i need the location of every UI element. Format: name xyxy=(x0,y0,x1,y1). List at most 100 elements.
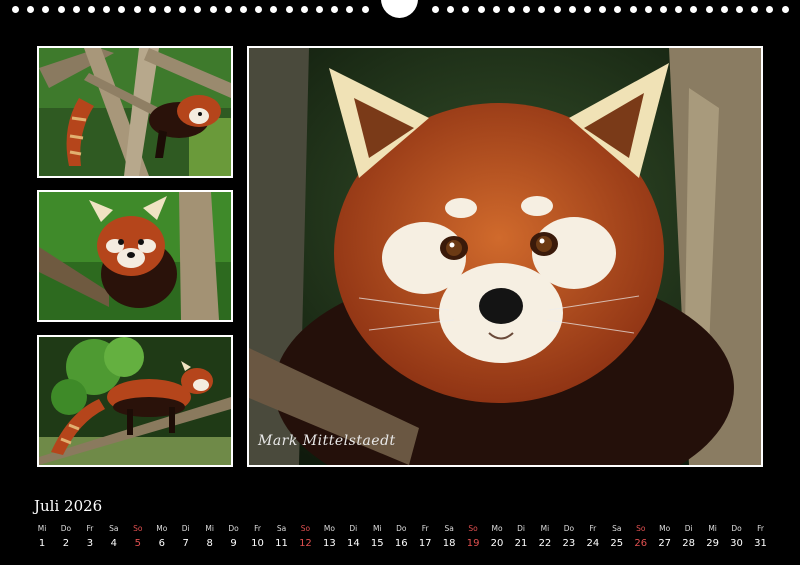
binding-hole xyxy=(42,6,50,13)
weekday-label: Mo xyxy=(491,524,503,533)
binding-hole xyxy=(720,6,728,13)
day-number: 3 xyxy=(86,538,94,549)
binding-hole xyxy=(675,6,683,13)
binding-hole xyxy=(209,6,217,13)
binding-hole xyxy=(88,6,95,13)
binding-hole xyxy=(462,6,470,13)
photo-red-panda-walking xyxy=(37,335,233,467)
binding-hole xyxy=(766,6,774,13)
binding-hole xyxy=(270,6,278,13)
binding-hole xyxy=(477,6,485,13)
calendar-hanger-cutout xyxy=(381,0,418,18)
binding-hole xyxy=(300,6,308,13)
weekday-label: So xyxy=(133,524,143,533)
binding-hole xyxy=(133,6,141,13)
binding-hole xyxy=(568,6,576,13)
day-number: 11 xyxy=(275,538,288,549)
binding-hole xyxy=(164,6,171,13)
binding-hole xyxy=(12,6,19,13)
binding-hole xyxy=(614,6,622,13)
day-number: 29 xyxy=(706,538,719,549)
binding-hole xyxy=(690,6,698,13)
binding-hole xyxy=(224,6,232,13)
day-number: 15 xyxy=(370,538,384,549)
binding-hole xyxy=(492,6,500,13)
photographer-signature: Mark Mittelstaedt xyxy=(258,433,396,449)
weekday-label: Do xyxy=(396,524,407,533)
weekday-label: Sa xyxy=(612,524,622,533)
weekday-label: So xyxy=(468,524,478,533)
day-number: 26 xyxy=(634,538,648,549)
weekday-label: Fr xyxy=(254,524,261,533)
binding-hole xyxy=(331,6,339,13)
binding-hole xyxy=(361,6,369,13)
binding-hole xyxy=(736,6,743,13)
weekday-label: Di xyxy=(181,524,190,533)
day-number: 10 xyxy=(251,538,264,549)
binding-hole xyxy=(316,6,323,13)
day-number: 6 xyxy=(158,538,165,549)
binding-hole xyxy=(179,6,187,13)
day-number: 31 xyxy=(754,538,767,549)
day-number: 24 xyxy=(586,538,600,549)
binding-hole xyxy=(584,6,591,13)
weekday-label: Fr xyxy=(421,524,429,533)
calendar-strip: Mi 1 Do 2 Fr 3 Sa 4 So 5 Mo 6 Di 7 Mi 8 Do 9 Fr 10 Sa 11 So 12 M… xyxy=(30,524,775,554)
day-number: 5 xyxy=(134,538,141,549)
binding-hole xyxy=(72,6,80,13)
month-title: Juli 2026 xyxy=(34,497,103,515)
day-number: 14 xyxy=(346,538,360,549)
day-number: 9 xyxy=(230,538,237,549)
weekday-label: Mi xyxy=(540,524,550,533)
day-number: 19 xyxy=(466,538,480,549)
day-number: 8 xyxy=(206,538,213,549)
binding-hole xyxy=(27,6,35,13)
weekday-label: Mo xyxy=(156,524,168,533)
binding-hole xyxy=(255,6,263,13)
day-number: 30 xyxy=(730,538,743,549)
binding-hole xyxy=(599,6,607,13)
binding-hole xyxy=(629,6,637,13)
weekday-label: Do xyxy=(563,524,575,533)
day-number: 4 xyxy=(110,538,118,549)
day-number: 13 xyxy=(323,538,336,549)
day-number: 25 xyxy=(610,538,624,549)
binding-hole xyxy=(57,6,65,13)
day-number: 18 xyxy=(442,538,456,549)
binding-hole xyxy=(751,6,759,13)
weekday-label: Fr xyxy=(589,524,597,533)
photo-red-panda-on-branch xyxy=(37,190,233,322)
day-number: 20 xyxy=(490,538,504,549)
day-number: 17 xyxy=(418,538,432,549)
day-number: 7 xyxy=(182,538,189,549)
weekday-label: Sa xyxy=(276,524,287,533)
day-number: 21 xyxy=(514,538,528,549)
weekday-label: Fr xyxy=(86,524,94,533)
binding-hole xyxy=(553,6,561,13)
binding-hole xyxy=(644,6,652,13)
weekday-label: Di xyxy=(349,524,358,533)
binding-hole xyxy=(103,6,111,13)
day-number: 2 xyxy=(62,538,70,549)
spiral-binding xyxy=(0,0,800,20)
binding-hole xyxy=(240,6,247,13)
weekday-label: Sa xyxy=(109,524,119,533)
day-number: 16 xyxy=(394,538,408,549)
weekday-label: Mi xyxy=(708,524,717,533)
weekday-label: Mo xyxy=(659,524,671,533)
photo-red-panda-portrait xyxy=(247,46,763,467)
binding-hole xyxy=(148,6,156,13)
binding-hole xyxy=(705,6,713,13)
weekday-label: Fr xyxy=(757,524,764,533)
binding-hole xyxy=(660,6,667,13)
day-number: 23 xyxy=(562,538,576,549)
weekday-label: Di xyxy=(517,524,525,533)
binding-hole xyxy=(118,6,126,13)
binding-hole xyxy=(447,6,455,13)
photo-red-panda-climbing xyxy=(37,46,233,178)
weekday-label: Sa xyxy=(444,524,454,533)
day-number: 12 xyxy=(299,538,312,549)
day-number: 28 xyxy=(682,538,695,549)
day-number: 27 xyxy=(658,538,672,549)
binding-hole xyxy=(346,6,354,13)
